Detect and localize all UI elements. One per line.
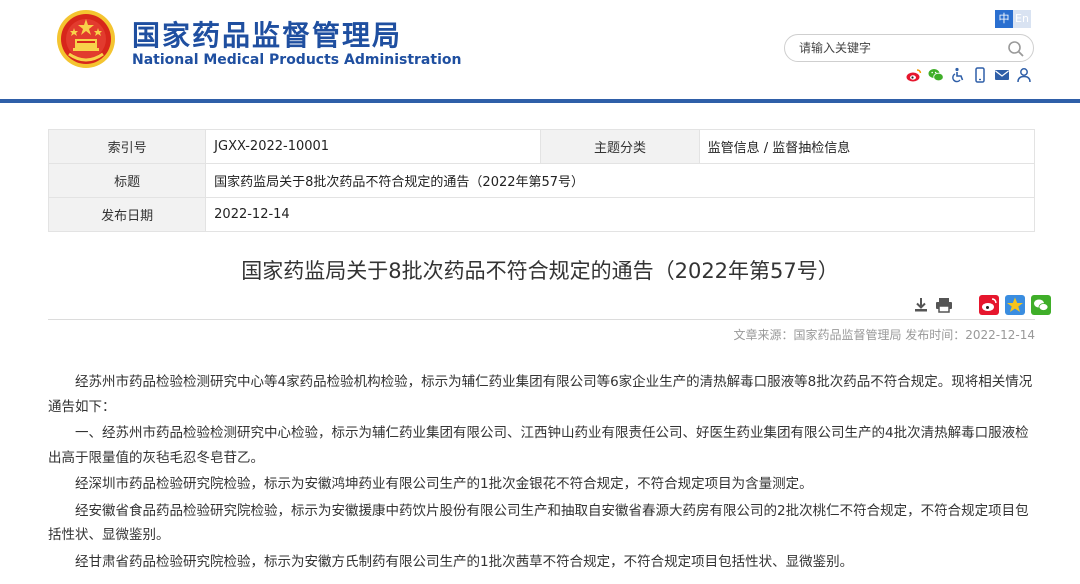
title-label: 标题 [47,163,207,198]
paragraph: 经安徽省食品药品检验研究院检验，标示为安徽援康中药饮片股份有限公司生产和抽取自安… [48,502,1029,544]
share-qzone-icon[interactable] [1005,295,1025,315]
table-row: 索引号 JGXX-2022-10001 主题分类 监管信息 / 监督抽检信息 [47,129,1036,164]
table-row: 发布日期 2022-12-14 [47,197,1035,232]
print-icon[interactable] [935,297,953,313]
index-label: 索引号 [47,129,207,164]
share-weibo-icon[interactable] [979,295,999,315]
article-meta-table: 索引号 JGXX-2022-10001 主题分类 监管信息 / 监督抽检信息 标… [47,129,1036,232]
mail-icon[interactable] [994,67,1010,83]
site-subtitle[interactable]: National Medical Products Administration [132,52,461,68]
article-title: 国家药监局关于8批次药品不符合规定的通告（2022年第57号） [241,259,839,283]
date-label: 发布日期 [47,197,207,232]
site-header: 国家药品监督管理局 National Medical Products Admi… [0,0,1080,100]
article-divider [48,319,1035,320]
paragraph: 经深圳市药品检验研究院检验，标示为安徽鸿坤药业有限公司生产的1批次金银花不符合规… [75,476,813,492]
date-value: 2022-12-14 [205,197,1035,232]
index-value: JGXX-2022-10001 [205,129,542,164]
lang-en-button[interactable]: En [1013,10,1031,28]
table-row: 标题 国家药监局关于8批次药品不符合规定的通告（2022年第57号） [47,163,1035,198]
article-body: 经苏州市药品检验检测研究中心等4家药品检验机构检验，标示为辅仁药业集团有限公司等… [48,370,1038,576]
search-icon[interactable] [1007,40,1025,58]
search-box [784,34,1034,62]
site-title[interactable]: 国家药品监督管理局 [132,14,402,54]
national-emblem-icon [57,10,115,68]
language-toggle: 中 En [995,10,1031,28]
header-divider [0,99,1080,103]
title-value: 国家药监局关于8批次药品不符合规定的通告（2022年第57号） [205,163,1035,198]
mobile-icon[interactable] [972,67,988,83]
user-icon[interactable] [1016,67,1032,83]
article-source: 文章来源：国家药品监督管理局 发布时间：2022-12-14 [733,328,1035,342]
accessibility-icon[interactable] [950,67,966,83]
paragraph: 一、经苏州市药品检验检测研究中心检验，标示为辅仁药业集团有限公司、江西钟山药业有… [48,425,1029,466]
article-tools [913,295,1051,315]
paragraph: 经甘肃省药品检验研究院检验，标示为安徽方氏制药有限公司生产的1批次茜草不符合规定… [75,553,854,570]
download-icon[interactable] [913,297,929,313]
weibo-icon[interactable] [906,67,922,83]
share-wechat-icon[interactable] [1031,295,1051,315]
category-label: 主题分类 [540,129,700,164]
header-icon-bar [906,67,1032,83]
search-input[interactable] [799,39,999,57]
lang-zh-button[interactable]: 中 [995,10,1013,28]
paragraph: 经苏州市药品检验检测研究中心等4家药品检验机构检验，标示为辅仁药业集团有限公司等… [48,374,1033,415]
wechat-icon[interactable] [928,67,944,83]
category-value: 监管信息 / 监督抽检信息 [698,129,1036,164]
